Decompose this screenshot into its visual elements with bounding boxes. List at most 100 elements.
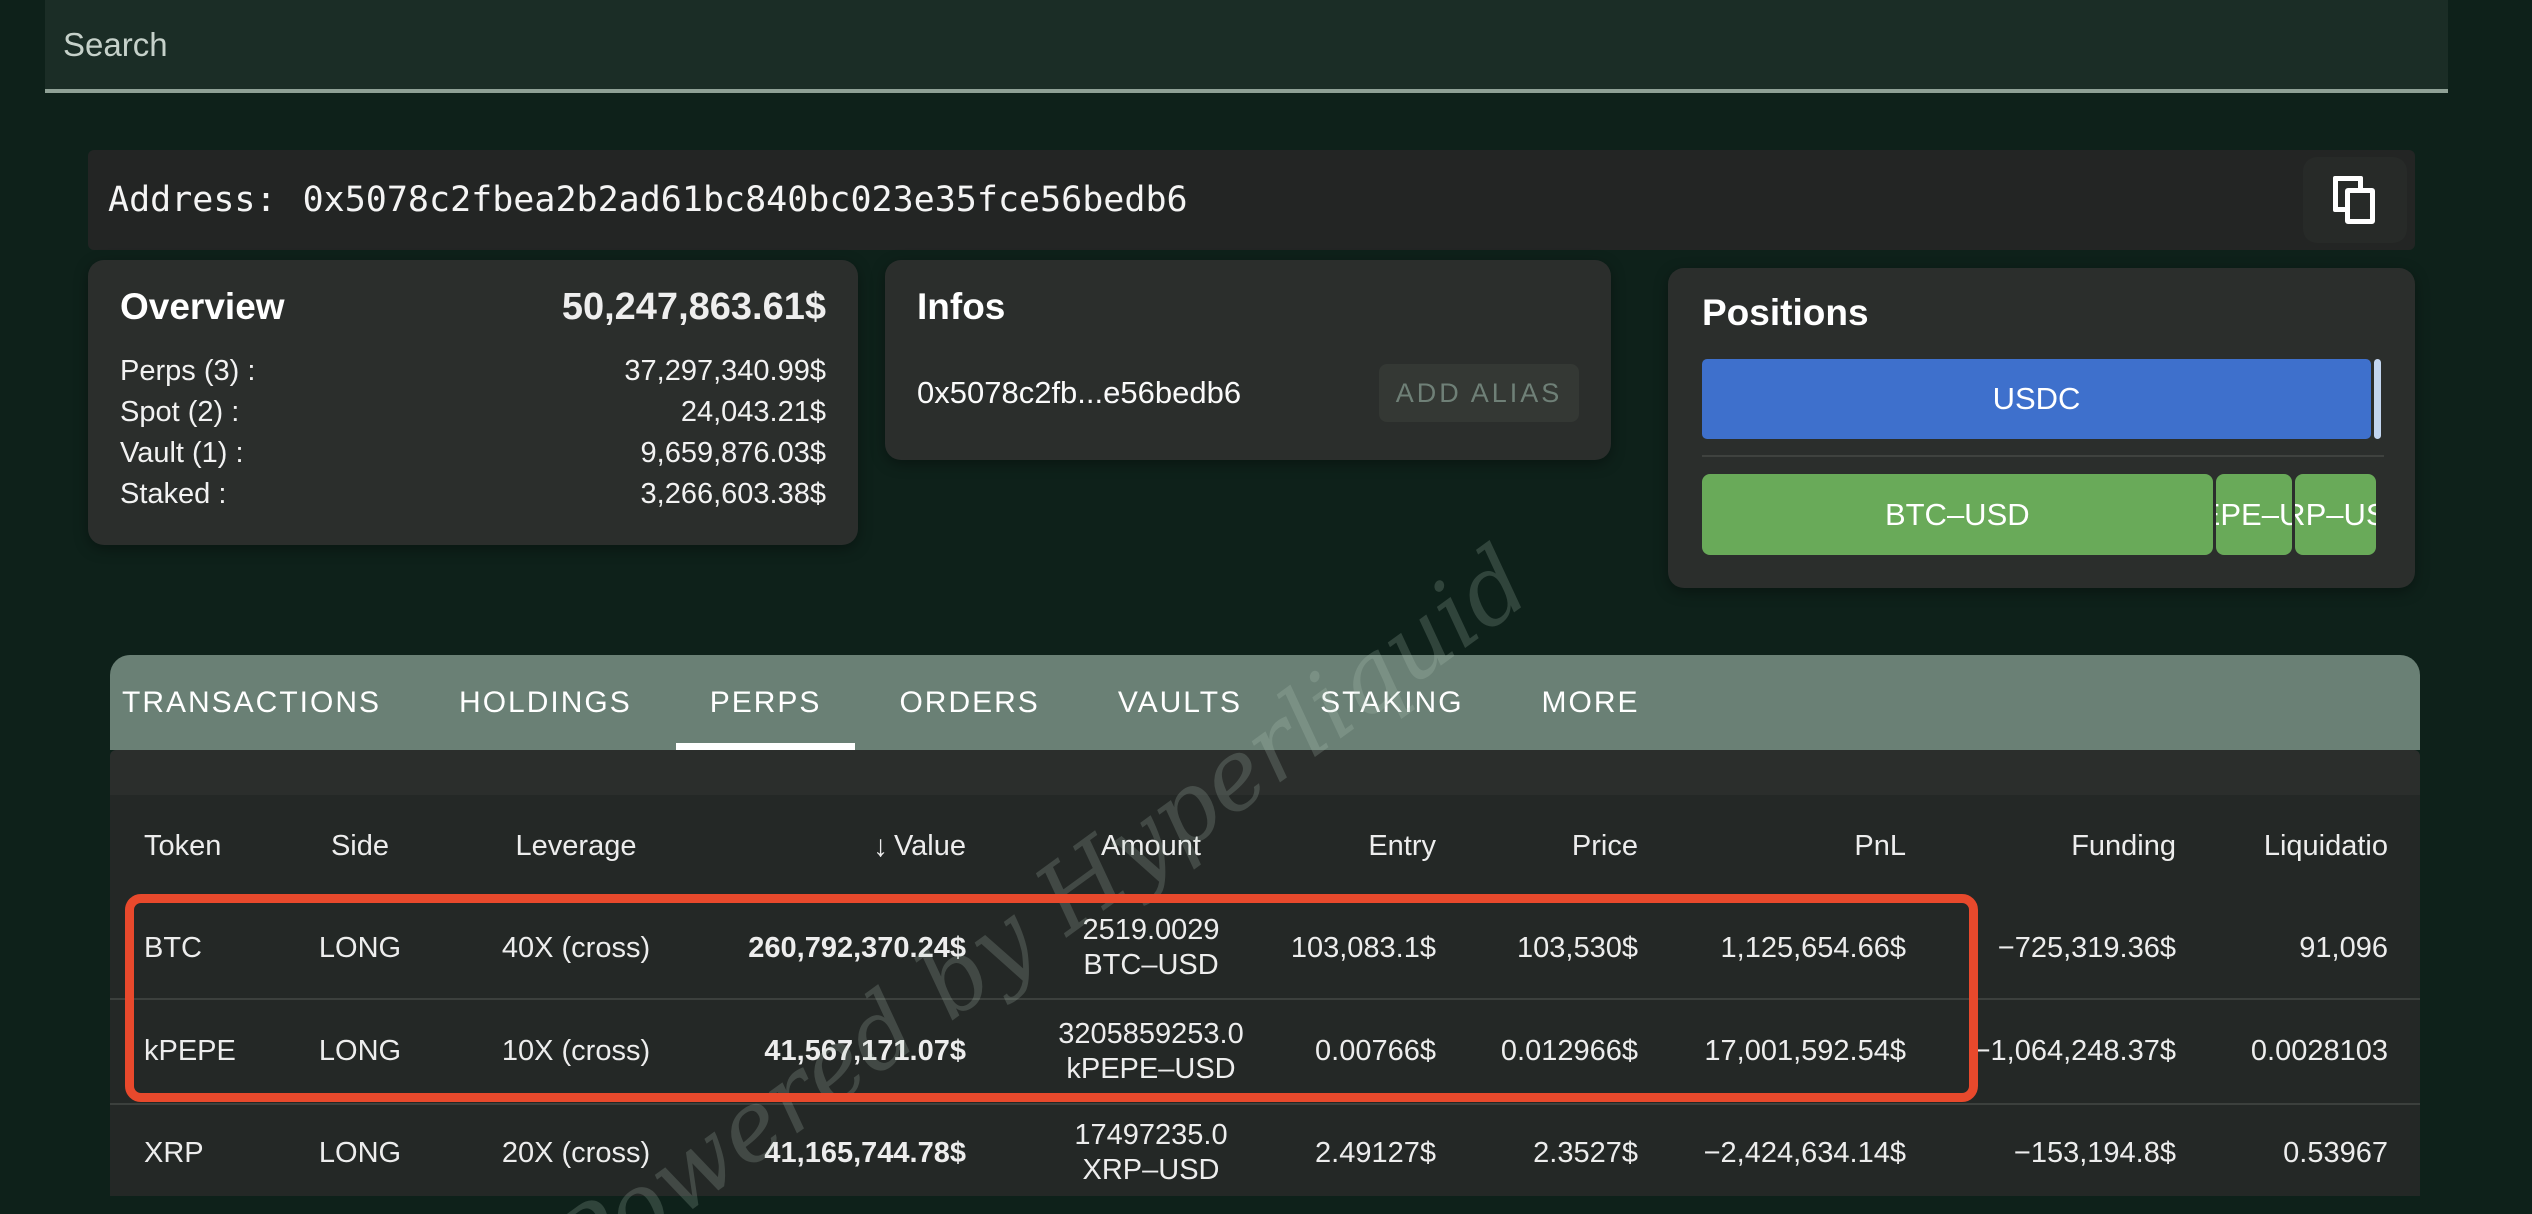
cell-entry: 103,083.1$ (1290, 931, 1436, 964)
cell-token: XRP (144, 1136, 204, 1169)
positions-card: Positions USDC BTC–USDkPEPE–USDXRP–USD (1668, 268, 2415, 588)
tab-transactions[interactable]: TRANSACTIONS (118, 655, 385, 750)
copy-icon (2333, 176, 2377, 224)
column-header-label: Amount (1101, 830, 1201, 862)
column-header-value[interactable]: ↓ Value (726, 830, 966, 864)
column-header-label: Funding (2071, 830, 2176, 862)
amount-quantity: 3205859253.0 (1058, 1017, 1244, 1050)
cell-leverage: 40X (cross) (501, 931, 651, 964)
overview-card: Overview 50,247,863.61$ Perps (3) : 37,29… (88, 260, 858, 545)
position-bar-btc–usd[interactable]: BTC–USD (1702, 474, 2213, 555)
column-header-entry[interactable]: Entry (1336, 830, 1436, 863)
column-header-token[interactable]: Token (144, 830, 294, 863)
column-header-price[interactable]: Price (1436, 830, 1638, 863)
overview-row-value: 9,659,876.03$ (640, 437, 826, 469)
column-header-amount[interactable]: Amount (966, 830, 1336, 863)
position-bar-usdc[interactable]: USDC (1702, 359, 2371, 439)
cell-value: 41,567,171.07$ (764, 1035, 966, 1067)
tab-holdings[interactable]: HOLDINGS (455, 655, 636, 750)
search-input[interactable] (45, 0, 2448, 89)
spot-positions-bar: BTC–USDkPEPE–USDXRP–USD (1702, 474, 2381, 555)
address-label: Address: (108, 180, 277, 220)
amount-pair: XRP–USD (1082, 1154, 1220, 1186)
column-header-pnl[interactable]: PnL (1638, 830, 1906, 863)
cell-amount: 17497235.0 XRP–USD (966, 1118, 1336, 1188)
cell-pnl: 1,125,654.66$ (1720, 931, 1906, 964)
column-header-side[interactable]: Side (294, 830, 426, 863)
tab-vaults[interactable]: VAULTS (1114, 655, 1246, 750)
tab-orders[interactable]: ORDERS (895, 655, 1043, 750)
sort-desc-icon: ↓ (872, 829, 888, 863)
overview-row-label: Staked : (120, 478, 227, 510)
address-value: 0x5078c2fbea2b2ad61bc840bc023e35fce56bed… (302, 180, 1188, 220)
tab-perps[interactable]: PERPS (675, 655, 856, 753)
overview-row-label: Perps (3) : (120, 355, 256, 387)
position-bar-sliver[interactable] (2374, 359, 2381, 439)
cell-funding: −153,194.8$ (2013, 1136, 2176, 1169)
overview-row: Perps (3) : 37,297,340.99$ (120, 351, 826, 392)
search-bar (45, 0, 2448, 93)
overview-total: 50,247,863.61$ (561, 286, 826, 328)
overview-title: Overview (120, 286, 285, 327)
column-header-funding[interactable]: Funding (1906, 830, 2176, 863)
overview-row-value: 37,297,340.99$ (624, 355, 826, 387)
cell-side: LONG (318, 1136, 402, 1169)
column-header-label: Value (893, 829, 966, 862)
cell-value: 41,165,744.78$ (764, 1136, 966, 1169)
cell-amount: 2519.0029 BTC–USD (966, 913, 1336, 983)
cell-price: 2.3527$ (1533, 1136, 1638, 1169)
cell-token: kPEPE (144, 1035, 236, 1067)
table-row-kpepe[interactable]: kPEPE LONG 10X (cross) 41,567,171.07$ 320585… (110, 998, 2420, 1103)
table-header-row: Token Side Leverage ↓ Value Amount Entry Price P… (110, 795, 2420, 898)
overview-row-value: 3,266,603.38$ (640, 478, 826, 510)
column-header-leverage[interactable]: Leverage (426, 830, 726, 863)
overview-rows: Perps (3) : 37,297,340.99$ Spot (2) : 24,04… (120, 351, 826, 515)
column-header-label: Liquidatio (2263, 830, 2388, 862)
column-header-label: PnL (1854, 830, 1906, 862)
overview-row: Vault (1) : 9,659,876.03$ (120, 433, 826, 474)
overview-row-label: Vault (1) : (120, 437, 244, 469)
tab-more[interactable]: MORE (1538, 655, 1644, 750)
add-alias-button[interactable]: ADD ALIAS (1379, 364, 1579, 422)
cell-side: LONG (318, 1035, 402, 1067)
amount-quantity: 17497235.0 (1074, 1119, 1228, 1151)
cell-entry: 0.00766$ (1315, 1035, 1436, 1067)
cell-funding: −725,319.36$ (1997, 931, 2176, 964)
table-row-xrp[interactable]: XRP LONG 20X (cross) 41,165,744.78$ 17497235… (110, 1103, 2420, 1196)
column-header-label: Token (144, 830, 222, 862)
cell-pnl: 17,001,592.54$ (1704, 1035, 1906, 1067)
tab-staking[interactable]: STAKING (1316, 655, 1467, 750)
amount-pair: BTC–USD (1083, 949, 1219, 981)
infos-card: Infos 0x5078c2fb...e56bedb6 ADD ALIAS (885, 260, 1611, 460)
cell-side: LONG (318, 931, 402, 964)
cell-liquidation: 0.0028103 (2250, 1035, 2388, 1067)
column-header-label: Price (1571, 830, 1638, 862)
cell-liquidation: 0.53967 (2283, 1136, 2388, 1169)
overview-row-value: 24,043.21$ (680, 396, 826, 428)
position-bar-xrp–usd[interactable]: XRP–USD (2295, 474, 2377, 555)
positions-title: Positions (1702, 292, 1869, 333)
cell-price: 0.012966$ (1500, 1035, 1638, 1067)
table-row-btc[interactable]: BTC LONG 40X (cross) 260,792,370.24$ 2519.00… (110, 898, 2420, 998)
cell-liquidation: 91,096 (2299, 931, 2388, 964)
overview-row-label: Spot (2) : (120, 396, 240, 428)
column-header-label: Leverage (515, 830, 637, 862)
cell-pnl: −2,424,634.14$ (1703, 1136, 1906, 1169)
address-bar: Address: 0x5078c2fbea2b2ad61bc840bc023e3… (88, 150, 2415, 250)
perp-positions-bar: USDC (1702, 359, 2381, 439)
short-address: 0x5078c2fb...e56bedb6 (917, 375, 1242, 410)
amount-quantity: 2519.0029 (1082, 914, 1220, 946)
perps-table: Token Side Leverage ↓ Value Amount Entry Price P… (110, 795, 2420, 1196)
table-body: BTC LONG 40X (cross) 260,792,370.24$ 2519.00… (110, 898, 2420, 1196)
position-bar-kpepe–usd[interactable]: kPEPE–USD (2215, 474, 2293, 555)
copy-address-button[interactable] (2303, 157, 2407, 243)
overview-row: Spot (2) : 24,043.21$ (120, 392, 826, 433)
column-header-label: Entry (1368, 830, 1436, 862)
positions-divider (1702, 455, 2384, 457)
cell-entry: 2.49127$ (1315, 1136, 1436, 1169)
infos-title: Infos (917, 286, 1006, 327)
column-header-liquidatio[interactable]: Liquidatio (2176, 830, 2388, 863)
cell-token: BTC (144, 931, 202, 964)
cell-leverage: 20X (cross) (501, 1136, 651, 1169)
tab-bar: TRANSACTIONS HOLDINGS PERPS ORDERS VAULTS STA… (110, 655, 2420, 753)
